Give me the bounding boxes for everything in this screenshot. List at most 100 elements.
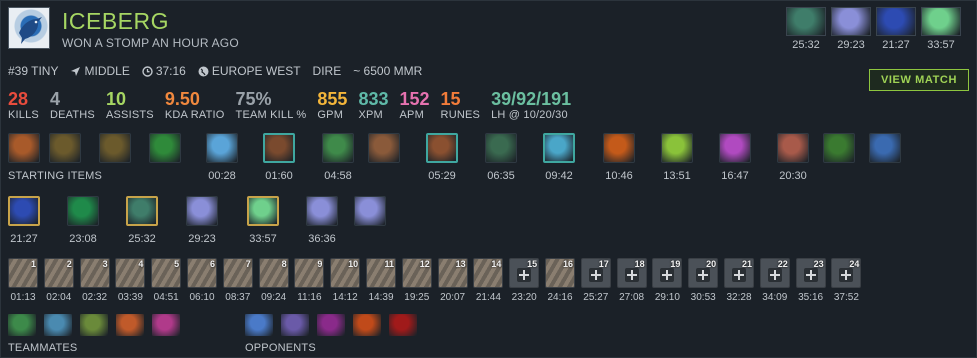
ability-time: 03:39 (117, 292, 143, 303)
ability-level: 17 (598, 259, 609, 269)
tango-icon[interactable] (8, 133, 40, 163)
hero-icon[interactable] (8, 314, 36, 336)
item-time: 09:42 (545, 170, 573, 182)
player-name[interactable]: ICEBERG (62, 8, 169, 35)
aghanims-icon[interactable] (247, 196, 279, 226)
ability-icon[interactable]: 2 (43, 258, 74, 288)
ability-time: 25:27 (583, 292, 609, 303)
ability-level: 13 (455, 259, 466, 269)
ability-icon[interactable]: 3 (79, 258, 110, 288)
ability-icon[interactable]: 1 (8, 258, 38, 288)
talent-icon[interactable]: 24 (831, 258, 862, 288)
ability-icon[interactable]: 7 (222, 258, 253, 288)
talent-icon[interactable]: 22 (759, 258, 790, 288)
ability-level: 21 (741, 259, 752, 269)
stat-label: APM (399, 109, 424, 121)
hero-icon[interactable] (353, 314, 381, 336)
talent-icon[interactable]: 20 (688, 258, 719, 288)
hurricane-pike-icon[interactable] (306, 196, 338, 226)
ability-level: 2 (66, 259, 72, 269)
hero-icon[interactable] (116, 314, 144, 336)
stat-value: 833 (358, 89, 389, 109)
hero-icon[interactable] (80, 314, 108, 336)
talent-icon[interactable]: 19 (652, 258, 683, 288)
hurricane-pike-icon[interactable] (354, 196, 386, 226)
plus-icon (767, 268, 782, 282)
stat-block: 75% TEAM KILL % (236, 89, 307, 121)
lane-arrow-icon (71, 66, 81, 76)
stat-block: 833 XPM (358, 89, 388, 121)
sobi-icon[interactable] (661, 133, 693, 163)
ability-icon[interactable]: 12 (401, 258, 432, 288)
hero-icon[interactable] (389, 314, 417, 336)
ability-icon[interactable]: 9 (294, 258, 325, 288)
ability-time: 35:16 (798, 292, 824, 303)
ability-level: 6 (209, 259, 215, 269)
ability-time: 27:08 (619, 292, 645, 303)
ability-icon[interactable]: 10 (330, 258, 361, 288)
hurricane-pike-icon[interactable] (186, 196, 218, 226)
circlet-icon[interactable] (368, 133, 400, 163)
plus-icon (839, 268, 854, 282)
teammates-label: TEAMMATES (8, 342, 78, 354)
wand-icon[interactable] (485, 133, 517, 163)
hero-icon[interactable] (44, 314, 72, 336)
talent-icon[interactable]: 23 (795, 258, 826, 288)
blink-icon[interactable] (543, 133, 575, 163)
stat-label: KDA RATIO (164, 109, 225, 121)
ability-level: 5 (174, 259, 180, 269)
shadow-blade-icon[interactable] (67, 196, 99, 226)
plus-icon (588, 268, 603, 282)
ability-level: 11 (384, 259, 394, 269)
hero-icon[interactable] (281, 314, 309, 336)
hero-icon[interactable] (152, 314, 180, 336)
final-item[interactable]: 33:57 (921, 7, 961, 51)
stat-label: LH @ 10/20/30 (491, 109, 568, 121)
ability-icon[interactable]: 4 (115, 258, 146, 288)
ability-icon[interactable]: 11 (366, 258, 396, 288)
talent-icon[interactable]: 21 (724, 258, 754, 288)
bottle-icon[interactable] (206, 133, 238, 163)
ability-level: 8 (281, 259, 287, 269)
broadsword-icon[interactable] (823, 133, 855, 163)
mango-icon[interactable] (603, 133, 635, 163)
hero-icon[interactable] (317, 314, 345, 336)
final-item[interactable]: 29:23 (831, 7, 871, 51)
boots-icon[interactable] (263, 133, 295, 163)
echo-sabre-icon[interactable] (8, 196, 40, 226)
item-time: 20:30 (779, 170, 807, 182)
side-label: DIRE (312, 64, 342, 78)
hero-icon[interactable] (245, 314, 273, 336)
ability-time: 21:44 (475, 292, 501, 303)
ability-time: 30:53 (690, 292, 716, 303)
final-item[interactable]: 25:32 (786, 7, 826, 51)
talent-icon[interactable]: 18 (616, 258, 647, 288)
iron-branch-icon[interactable] (49, 133, 81, 163)
ability-level: 24 (849, 259, 860, 269)
ability-icon[interactable]: 16 (545, 258, 575, 288)
tranquil-boots-icon[interactable] (126, 196, 158, 226)
power-treads-icon[interactable] (426, 133, 458, 163)
ability-icon[interactable]: 6 (187, 258, 217, 288)
avatar[interactable] (8, 7, 50, 49)
ability-level: 3 (102, 259, 108, 269)
wraith-band-icon[interactable] (322, 133, 354, 163)
staff-icon[interactable] (869, 133, 901, 163)
ability-time: 06:10 (189, 292, 215, 303)
final-item[interactable]: 21:27 (876, 7, 916, 51)
ability-icon[interactable]: 5 (151, 258, 182, 288)
ability-level: 20 (706, 259, 717, 269)
ability-time: 01:13 (10, 292, 36, 303)
talent-icon[interactable]: 17 (580, 258, 611, 288)
ability-icon[interactable]: 14 (473, 258, 504, 288)
healing-salve-icon[interactable] (149, 133, 181, 163)
quarterstaff-icon[interactable] (777, 133, 809, 163)
stat-label: KILLS (8, 109, 39, 121)
stat-label: GPM (317, 109, 344, 121)
iron-branch-icon[interactable] (99, 133, 131, 163)
talent-icon[interactable]: 15 (509, 258, 540, 288)
ability-icon[interactable]: 13 (437, 258, 468, 288)
view-match-button[interactable]: VIEW MATCH (869, 69, 969, 91)
ogre-axe-icon[interactable] (719, 133, 751, 163)
ability-icon[interactable]: 8 (258, 258, 289, 288)
